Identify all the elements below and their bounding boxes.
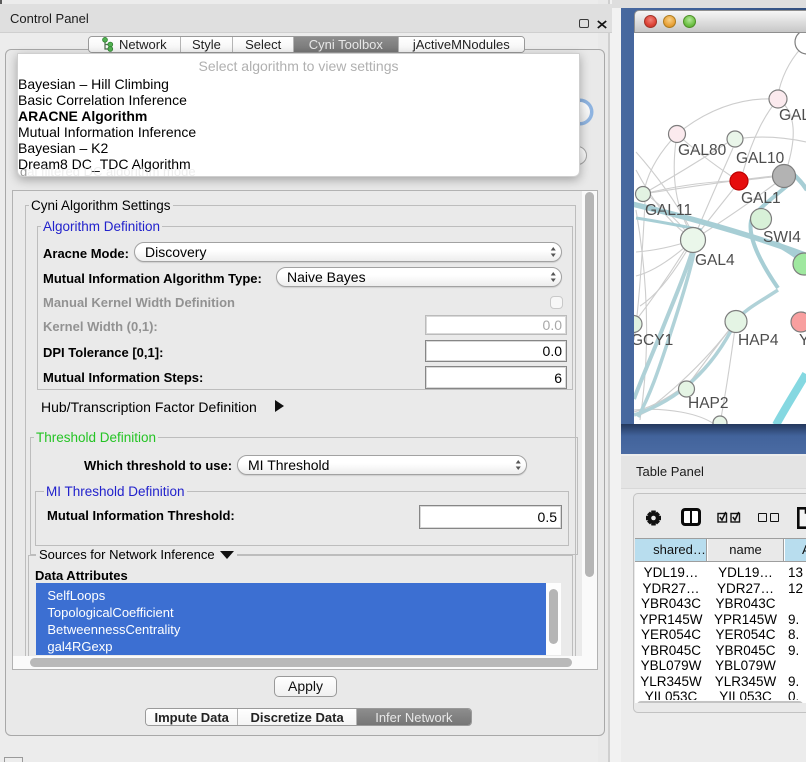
svg-text:GAL10: GAL10 xyxy=(736,150,785,167)
svg-text:GAL11: GAL11 xyxy=(645,202,692,219)
svg-text:GCY1: GCY1 xyxy=(634,332,673,349)
svg-text:SWI4: SWI4 xyxy=(763,229,801,246)
svg-text:GAL1: GAL1 xyxy=(741,190,781,207)
svg-text:HAP4: HAP4 xyxy=(738,332,779,349)
svg-text:Y: Y xyxy=(799,332,806,349)
svg-text:GAL4: GAL4 xyxy=(695,252,735,269)
svg-text:GAL: GAL xyxy=(779,107,806,124)
svg-text:HAP2: HAP2 xyxy=(688,395,729,412)
svg-text:GAL80: GAL80 xyxy=(678,142,727,159)
